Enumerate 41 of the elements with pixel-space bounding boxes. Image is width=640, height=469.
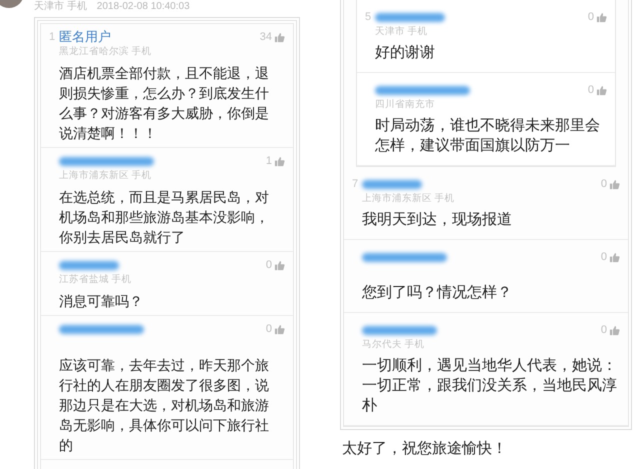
- like-count: 1: [266, 154, 272, 169]
- thumbs-up-icon[interactable]: [609, 324, 620, 336]
- location-text: 江苏省盐城 手机: [59, 274, 132, 285]
- comment-text: 我明天到达，现场报道: [362, 210, 513, 230]
- like-count: 0: [588, 10, 594, 25]
- location-text: 上海市浦东新区 手机: [59, 170, 152, 181]
- location-text: 天津市 手机: [34, 0, 87, 14]
- thumbs-up-icon[interactable]: [274, 32, 285, 42]
- like-count: 0: [266, 322, 272, 337]
- like-count: 34: [260, 30, 272, 45]
- username[interactable]: 匿名用户: [59, 27, 111, 47]
- comment-text: 一切顺利，遇见当地华人代表，她说：一切正常，跟我们没关系，当地民风淳朴: [362, 356, 618, 416]
- thumbs-up-icon[interactable]: [596, 84, 607, 96]
- reply-text: 太好了，祝您旅途愉快！: [341, 439, 508, 459]
- thumbs-up-icon[interactable]: [274, 260, 285, 270]
- comment-text: 好的谢谢: [375, 43, 436, 63]
- comment-text: 应该可靠，去年去过，昨天那个旅行社的人在朋友圈发了很多图，说那边只是在大选，对机场岛和旅游岛无影响，具体你可以问下旅行社的: [59, 356, 270, 455]
- like-count: 0: [600, 176, 607, 192]
- like-count: 0: [600, 322, 607, 338]
- comment-text: 消息可靠吗？: [59, 292, 144, 311]
- blurred-username: [375, 12, 445, 22]
- thumbs-up-icon[interactable]: [274, 156, 285, 166]
- location-text: 上海市浦东新区 手机: [362, 193, 455, 204]
- blurred-username: [59, 260, 119, 270]
- comment-text: 在选总统，而且是马累居民岛，对机场岛和那些旅游岛基本没影响，你别去居民岛就行了: [59, 188, 270, 247]
- location-text: 马尔代夫 手机: [362, 339, 425, 350]
- like-count: 0: [266, 258, 272, 273]
- like-count: 0: [600, 250, 607, 265]
- thumbs-up-icon[interactable]: [609, 252, 620, 262]
- location-text: 四川省南充市: [375, 99, 435, 110]
- comment-text: 您到了吗？情况怎样？: [362, 283, 513, 303]
- location-text: 天津市 手机: [375, 26, 428, 37]
- thumbs-up-icon[interactable]: [274, 324, 285, 334]
- comment-text: 时局动荡，谁也不晓得未来那里会怎样，建议带面国旗以防万一: [375, 116, 601, 156]
- timestamp: 2018-02-08 10:40:03: [96, 0, 190, 14]
- comment-text: 酒店机票全部付款，且不能退，退则损失惨重，怎么办？到底发生什么事？对游客有多大威胁，你倒是说清楚啊！！！: [59, 64, 270, 143]
- like-count: 0: [588, 82, 594, 98]
- thumbs-up-icon[interactable]: [596, 12, 607, 22]
- blurred-username: [362, 180, 422, 188]
- thumbs-up-icon[interactable]: [609, 178, 620, 190]
- location-text: 黑龙江省哈尔滨 手机: [59, 46, 152, 57]
